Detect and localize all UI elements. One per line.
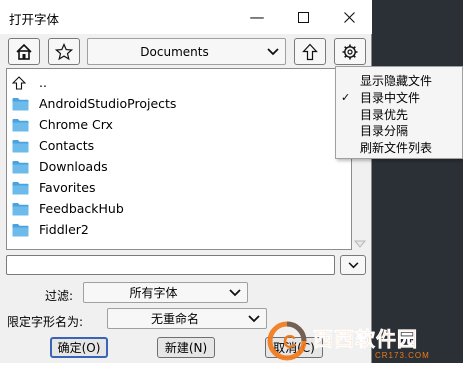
naming-dropdown[interactable]: 无重命名 [107,308,267,329]
folder-name: Chrome Crx [39,117,113,132]
check-icon: ✓ [341,90,351,104]
folder-row[interactable]: Fiddler2 [7,219,337,240]
minimize-icon: — [249,8,265,26]
settings-menu-item[interactable]: 显示隐藏文件 [336,73,462,89]
background-window [372,0,463,363]
naming-value: 无重命名 [150,312,199,326]
folder-icon [12,97,30,111]
folder-name: Favorites [39,180,96,195]
settings-menu: 显示隐藏文件 ✓ 目录中文件目录优先目录分隔刷新文件列表 [335,66,463,159]
scroll-down-arrow-icon[interactable] [354,240,366,248]
watermark-subtext: CR173.COM [375,351,430,360]
up-arrow-icon [302,43,318,60]
ok-button[interactable]: 确定(O) [50,337,108,358]
filter-value: 所有字体 [129,286,178,300]
filter-label: 过滤: [45,289,74,303]
folder-name: Fiddler2 [39,222,89,237]
folder-row[interactable]: Contacts [7,135,337,156]
folder-name: FeedbackHub [39,201,124,216]
history-dropdown-button[interactable] [340,255,366,275]
up-folder-button[interactable] [294,38,326,65]
maximize-button[interactable] [280,0,326,34]
folder-row[interactable]: Favorites [7,177,337,198]
close-icon [343,11,355,23]
up-arrow-icon [12,75,30,90]
home-icon [16,43,32,60]
settings-menu-item-label: 目录分隔 [360,124,409,139]
folder-icon [12,160,30,174]
folder-icon [12,118,30,132]
folder-row[interactable]: Downloads [7,156,337,177]
chevron-down-icon [267,47,279,55]
folder-icon [12,202,30,216]
folder-icon [12,223,30,237]
settings-menu-item-label: 显示隐藏文件 [360,74,433,88]
chevron-down-icon [348,261,358,268]
home-button[interactable] [8,38,40,65]
settings-menu-item[interactable]: 刷新文件列表 [336,140,462,156]
folder-row[interactable]: Chrome Crx [7,114,337,135]
settings-menu-item-label: 刷新文件列表 [360,141,433,156]
naming-label: 限定字形名为: [7,315,84,329]
location-dropdown[interactable]: Documents [87,38,286,65]
gear-icon [342,44,358,59]
folder-name: AndroidStudioProjects [39,96,177,111]
close-button[interactable] [326,0,372,34]
settings-menu-item-label: 目录中文件 [360,90,421,105]
settings-menu-item-label: 目录优先 [360,107,409,122]
chevron-down-icon [229,288,241,296]
folder-icon [12,181,30,195]
location-value: Documents [140,44,209,59]
minimize-button[interactable]: — [234,0,280,34]
parent-directory-row[interactable]: .. [7,72,337,93]
site-watermark: C 西西软件园 CR173.COM [265,315,463,363]
star-icon [55,42,73,60]
folder-name: Contacts [39,138,95,153]
folder-name: Downloads [39,159,108,174]
settings-menu-item[interactable]: 目录分隔 [336,123,462,139]
settings-menu-item[interactable]: ✓ 目录中文件 [336,90,462,106]
file-list[interactable]: .. AndroidStudioProjects Chrome Crx Contac… [6,68,352,250]
filename-input[interactable] [6,255,335,275]
parent-directory-label: .. [39,75,47,90]
settings-button[interactable] [334,38,366,65]
title-bar: 打开字体 — [0,0,372,34]
window-title: 打开字体 [9,12,60,27]
svg-text:C: C [283,332,296,352]
settings-menu-item[interactable]: 目录优先 [336,107,462,123]
favorites-button[interactable] [48,38,80,65]
folder-row[interactable]: AndroidStudioProjects [7,93,337,114]
maximize-icon [297,11,309,23]
filter-dropdown[interactable]: 所有字体 [83,282,248,303]
folder-row[interactable]: FeedbackHub [7,198,337,219]
chevron-down-icon [248,314,260,322]
watermark-text: 西西软件园 [313,327,418,352]
open-font-dialog: 打开字体 — Documents .. AndroidStudioProject… [0,0,372,363]
new-button[interactable]: 新建(N) [157,337,215,358]
folder-icon [12,139,30,153]
